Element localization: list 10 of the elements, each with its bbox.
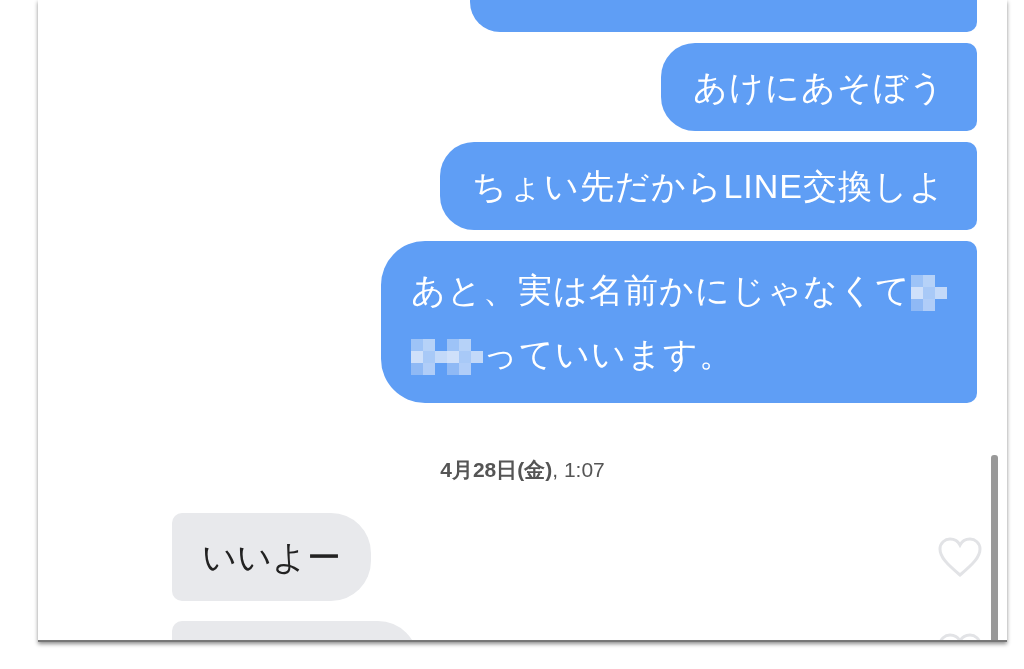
timestamp: 4月28日(金), 1:07 bbox=[439, 457, 605, 483]
message-bubble: いいよー bbox=[172, 512, 371, 601]
message-bubble: あと、実は名前かにじゃなくて っていいます。 bbox=[381, 241, 977, 403]
mosaic-drawing bbox=[411, 339, 447, 375]
heart-icon[interactable] bbox=[937, 535, 983, 578]
mosaic-drawing bbox=[911, 275, 947, 311]
message-bubble: ちょい先だからLINE交換しよ bbox=[440, 142, 977, 230]
scrollbar-thumb[interactable] bbox=[991, 455, 998, 640]
message-bubble: あけにあそぼう bbox=[661, 43, 977, 131]
mosaic-drawing bbox=[447, 339, 483, 375]
